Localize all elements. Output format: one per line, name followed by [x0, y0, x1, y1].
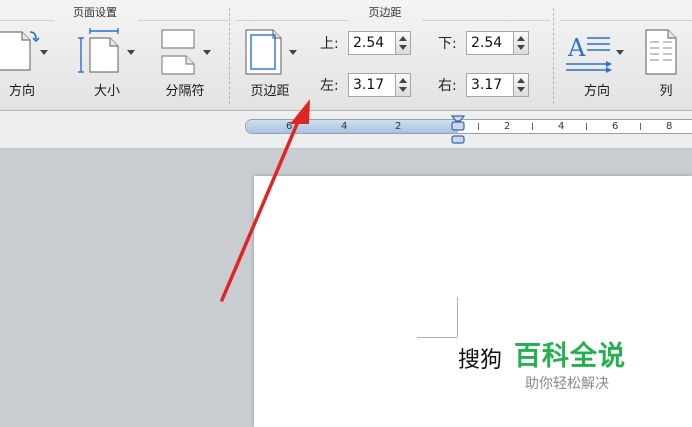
ruler-label: 2 — [395, 121, 402, 132]
increment-arrow-icon[interactable] — [517, 36, 525, 41]
orientation-icon — [0, 31, 40, 71]
text-direction-button[interactable]: A 方向 — [566, 26, 628, 99]
ruler-label: 4 — [341, 121, 348, 132]
bottom-margin-stepper[interactable] — [514, 31, 529, 55]
group-separator — [553, 8, 555, 104]
breaks-label: 分隔符 — [165, 84, 205, 99]
chevron-down-icon — [127, 50, 135, 55]
decrement-arrow-icon[interactable] — [399, 87, 407, 92]
columns-label: 列 — [659, 84, 673, 99]
page-setup-group-title: 页面设置 — [73, 6, 117, 19]
ruler-tick — [532, 123, 533, 130]
top-margin-row: 上: 2.54 — [320, 31, 411, 55]
left-margin-row: 左: 3.17 — [320, 73, 411, 97]
increment-arrow-icon[interactable] — [399, 78, 407, 83]
right-margin-stepper[interactable] — [514, 73, 529, 97]
margins-group-title: 页边距 — [368, 6, 402, 19]
increment-arrow-icon[interactable] — [517, 78, 525, 83]
ruler-label: 2 — [504, 121, 511, 132]
margin-corner-mark — [417, 337, 457, 338]
ribbon: 页面设置 页边距 方向 大小 分隔符 页边距 上: 2.54 下: 2.54 左… — [0, 0, 692, 111]
bottom-margin-input[interactable]: 2.54 — [466, 31, 514, 55]
horizontal-ruler[interactable]: 6 4 2 2 4 6 8 — [245, 119, 692, 134]
chevron-down-icon — [616, 50, 624, 55]
size-label: 大小 — [93, 84, 120, 99]
orientation-label: 方向 — [8, 84, 35, 99]
ruler-label: 6 — [612, 121, 619, 132]
increment-arrow-icon[interactable] — [399, 36, 407, 41]
svg-text:A: A — [567, 34, 586, 62]
right-margin-input[interactable]: 3.17 — [466, 73, 514, 97]
group-title-divider — [0, 20, 55, 21]
left-margin-input[interactable]: 3.17 — [348, 73, 396, 97]
size-button[interactable]: 大小 — [76, 26, 138, 99]
top-margin-label: 上: — [320, 36, 339, 52]
ruler-left-margin-region — [246, 120, 458, 133]
ruler-label: 4 — [558, 121, 565, 132]
chevron-down-icon — [289, 50, 297, 55]
left-margin-stepper[interactable] — [396, 73, 411, 97]
group-title-divider — [422, 20, 550, 21]
group-separator — [229, 8, 231, 104]
bottom-margin-row: 下: 2.54 — [438, 31, 529, 55]
watermark-subtitle: 助你轻松解决 — [525, 376, 609, 392]
ruler-tick — [640, 123, 641, 130]
ruler-tick — [586, 123, 587, 130]
columns-icon — [645, 29, 677, 75]
group-title-divider — [138, 20, 228, 21]
left-margin-label: 左: — [320, 78, 339, 94]
bottom-margin-label: 下: — [438, 36, 457, 52]
columns-button[interactable]: 列 — [640, 26, 692, 99]
ruler-label: 8 — [666, 121, 673, 132]
margin-corner-mark — [457, 297, 458, 337]
group-title-divider — [560, 20, 692, 21]
ruler-tick — [478, 123, 479, 130]
top-margin-input[interactable]: 2.54 — [348, 31, 396, 55]
group-title-divider — [236, 20, 348, 21]
margins-button-label: 页边距 — [250, 84, 290, 99]
decrement-arrow-icon[interactable] — [517, 45, 525, 50]
decrement-arrow-icon[interactable] — [399, 45, 407, 50]
top-margin-stepper[interactable] — [396, 31, 411, 55]
orientation-button[interactable]: 方向 — [0, 26, 48, 99]
right-margin-row: 右: 3.17 — [438, 73, 529, 97]
right-margin-label: 右: — [438, 78, 457, 94]
chevron-down-icon — [203, 50, 211, 55]
watermark-title: 百科全说 — [514, 341, 626, 372]
breaks-button[interactable]: 分隔符 — [156, 26, 214, 99]
text-direction-label: 方向 — [583, 84, 610, 99]
document-text[interactable]: 搜狗 — [458, 342, 502, 374]
margins-button[interactable]: 页边距 — [243, 26, 301, 99]
chevron-down-icon — [40, 50, 48, 55]
ruler-label: 6 — [286, 121, 293, 132]
decrement-arrow-icon[interactable] — [517, 87, 525, 92]
